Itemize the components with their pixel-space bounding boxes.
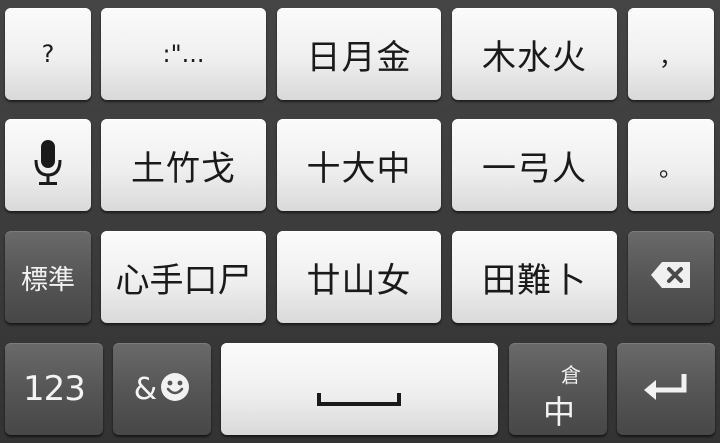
chinese-mode-label: 中 [543,393,576,431]
backspace-key[interactable] [628,231,714,323]
backspace-icon [650,261,692,293]
radicals-label: 土竹戈 [131,148,236,189]
voice-input-key[interactable] [5,119,91,211]
question-mark-key[interactable]: ? [5,8,91,100]
numbers-key[interactable]: 123 [5,343,103,435]
comma-label: ， [659,42,683,71]
radicals-key-ri-yue-jin[interactable]: 日月金 [277,8,441,100]
mode-label: 標準 [21,264,75,296]
radicals-label: 十大中 [306,148,412,189]
input-method-cangjie-key[interactable]: 倉 中 [509,343,607,435]
radicals-label: 廿山女 [306,260,412,301]
radicals-label: 心手口尸 [115,260,252,301]
cangjie-indicator-label: 倉 [561,363,581,387]
radicals-key-mu-shui-huo[interactable]: 木水火 [452,8,617,100]
radicals-label: 木水火 [482,37,587,78]
radicals-label: 日月金 [306,37,412,78]
radicals-key-yi-gong-ren[interactable]: 一弓人 [452,119,617,211]
radicals-key-tian-nan-bu[interactable]: 田難卜 [452,231,617,323]
keyboard: ? :"... 日月金 木水火 ， 土竹戈 十大中 一弓人 。 標準 心手口尸 … [0,0,720,443]
radicals-key-shi-da-zhong[interactable]: 十大中 [277,119,441,211]
space-bar-icon [317,393,401,407]
input-mode-standard-key[interactable]: 標準 [5,231,91,323]
symbols-emoji-key[interactable]: & [113,343,211,435]
numbers-label: 123 [23,369,86,409]
radicals-key-tu-zhu-ge[interactable]: 土竹戈 [101,119,266,211]
ampersand-label: & [133,371,158,407]
microphone-icon [33,138,63,192]
radicals-label: 田難卜 [482,260,587,301]
radicals-key-nian-shan-nv[interactable]: 廿山女 [277,231,441,323]
period-key[interactable]: 。 [628,119,714,211]
question-mark-label: ? [41,40,55,68]
smiley-icon [160,372,190,406]
comma-key[interactable]: ， [628,8,714,100]
enter-arrow-icon [642,372,690,406]
enter-key[interactable] [617,343,715,435]
punctuation-key[interactable]: :"... [101,8,266,100]
space-key[interactable] [221,343,498,435]
period-label: 。 [659,153,683,182]
radicals-label: 一弓人 [482,148,587,189]
punctuation-label: :"... [162,40,205,68]
radicals-key-xin-shou-kou-shi[interactable]: 心手口尸 [101,231,266,323]
